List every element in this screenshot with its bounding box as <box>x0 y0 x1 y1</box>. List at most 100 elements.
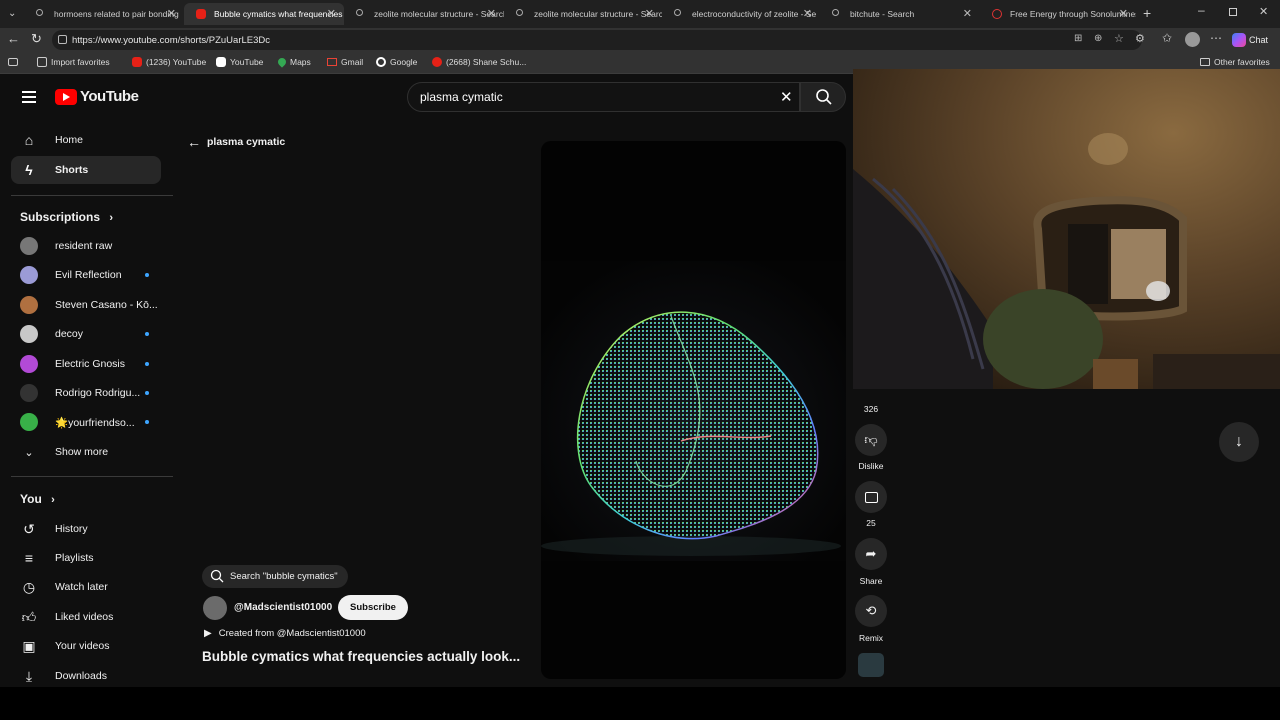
close-window-icon[interactable]: ✕ <box>1259 5 1268 18</box>
sound-thumbnail[interactable] <box>858 653 884 677</box>
browser-tab[interactable]: hormoens related to pair bonding ✕ <box>24 3 184 25</box>
home-icon: ⌂ <box>24 132 34 148</box>
search-icon <box>816 89 832 105</box>
bookmark-item[interactable]: (1236) YouTube <box>132 57 206 67</box>
subscriptions-heading[interactable]: Subscriptions › <box>20 210 113 224</box>
channel-name[interactable]: @Madscientist01000 <box>234 602 332 613</box>
bookmark-item[interactable]: Gmail <box>327 57 363 67</box>
dislike-button[interactable]: 👎︎ <box>855 424 887 456</box>
next-short-button[interactable]: ↓ <box>1219 422 1259 462</box>
search-button[interactable] <box>800 82 846 112</box>
new-content-dot <box>145 273 149 277</box>
bookmark-item[interactable]: Google <box>376 57 417 67</box>
close-tab-icon[interactable]: ✕ <box>963 7 972 20</box>
sidebar-item-label: Liked videos <box>55 611 114 623</box>
sidebar-toggle-icon[interactable] <box>8 58 18 66</box>
you-heading[interactable]: You › <box>20 492 55 506</box>
new-content-dot <box>145 420 149 424</box>
subscription-item[interactable]: Evil Reflection <box>11 261 161 289</box>
other-favorites[interactable]: Other favorites <box>1200 57 1270 67</box>
profile-avatar[interactable] <box>1185 32 1200 47</box>
new-content-dot <box>145 391 149 395</box>
bookmark-item[interactable]: YouTube <box>216 57 263 67</box>
close-tab-icon[interactable]: ✕ <box>1119 7 1128 20</box>
subscription-item[interactable]: Rodrigo Rodrigu... <box>11 379 161 407</box>
sidebar-item-your-videos[interactable]: ▣ Your videos <box>11 632 161 660</box>
sidebar-item-playlists[interactable]: ≡ Playlists <box>11 544 161 572</box>
bookmark-item[interactable]: Import favorites <box>37 57 110 67</box>
more-menu-icon[interactable]: ⋯ <box>1210 31 1222 45</box>
share-button[interactable]: ➦ <box>855 538 887 570</box>
back-icon[interactable]: ← <box>7 31 20 46</box>
sidebar-item-watch-later[interactable]: ◷ Watch later <box>11 573 161 601</box>
bookmark-label: Maps <box>290 57 311 67</box>
channel-name: 🌟yourfriendso... <box>55 416 135 429</box>
download-icon: ⤓ <box>25 667 33 684</box>
bookmark-label: Gmail <box>341 57 364 67</box>
import-icon <box>37 57 47 67</box>
bookmark-item[interactable]: Maps <box>276 56 311 68</box>
browser-tab[interactable]: zeolite molecular structure - Search ✕ <box>504 3 662 25</box>
close-tab-icon[interactable]: ✕ <box>167 7 176 20</box>
shorts-video-player[interactable] <box>541 141 846 679</box>
sidebar-item-shorts[interactable]: ϟ Shorts <box>11 156 161 184</box>
copilot-chat-button[interactable]: Chat <box>1232 31 1268 49</box>
channel-name: Steven Casano - Kō... <box>55 299 158 311</box>
new-tab-icon[interactable]: + <box>1143 5 1151 21</box>
browser-tab[interactable]: bitchute - Search ✕ <box>820 3 980 25</box>
youtube-logo[interactable]: YouTube <box>55 88 139 105</box>
close-tab-icon[interactable]: ✕ <box>327 7 336 20</box>
playlists-icon: ≡ <box>24 550 34 566</box>
site-info-icon[interactable] <box>58 35 67 44</box>
short-title[interactable]: Bubble cymatics what frequencies actuall… <box>202 649 520 664</box>
extensions-icon[interactable]: ⚙ <box>1135 32 1145 45</box>
search-icon <box>36 9 43 16</box>
url-field[interactable]: https://www.youtube.com/shorts/PZuUarLE3… <box>52 30 1142 50</box>
back-to-results[interactable]: ← plasma cymatic <box>187 134 285 150</box>
hamburger-menu-icon[interactable] <box>22 91 36 103</box>
created-from[interactable]: ▶ Created from @Madscientist01000 <box>204 628 366 639</box>
minimize-icon[interactable]: – <box>1198 3 1205 17</box>
channel-avatar[interactable] <box>203 596 227 620</box>
subscribe-button[interactable]: Subscribe <box>338 595 408 620</box>
browser-tab[interactable]: electroconductivity of zeolite - Se ✕ <box>662 3 820 25</box>
sidebar-item-downloads[interactable]: ⤓ Downloads <box>11 662 161 687</box>
subscription-item[interactable]: decoy <box>11 320 161 348</box>
browser-tab[interactable]: zeolite molecular structure - Search ✕ <box>344 3 504 25</box>
avatar <box>20 325 38 343</box>
webcam-room-image <box>853 69 1280 389</box>
search-icon <box>674 9 681 16</box>
browser-tab-active[interactable]: Bubble cymatics what frequencies ✕ <box>184 3 344 25</box>
comments-count: 25 <box>866 518 876 528</box>
sidebar-item-home[interactable]: ⌂ Home <box>11 126 161 154</box>
comment-icon <box>864 491 878 503</box>
related-search-chip[interactable]: Search "bubble cymatics" <box>202 565 348 588</box>
comments-button[interactable] <box>855 481 887 513</box>
bookmark-item[interactable]: (2668) Shane Schu... <box>432 57 526 67</box>
favorite-star-icon[interactable]: ☆ <box>1114 32 1124 45</box>
subscription-item[interactable]: Electric Gnosis <box>11 350 161 378</box>
close-tab-icon[interactable]: ✕ <box>645 7 654 20</box>
close-tab-icon[interactable]: ✕ <box>487 7 496 20</box>
favorites-icon[interactable]: ✩ <box>1162 31 1172 45</box>
app-available-icon[interactable]: ⊞ <box>1074 33 1082 44</box>
clear-search-icon[interactable]: ✕ <box>780 88 793 106</box>
refresh-icon[interactable]: ↻ <box>31 31 42 47</box>
sidebar-item-label: Watch later <box>55 581 108 593</box>
restore-icon[interactable] <box>1229 8 1237 16</box>
show-more-button[interactable]: ⌄ Show more <box>11 438 161 466</box>
search-chip-label: Search "bubble cymatics" <box>230 571 338 582</box>
subscription-item[interactable]: Steven Casano - Kō... <box>11 291 161 319</box>
sidebar-item-liked-videos[interactable]: 👍︎ Liked videos <box>11 603 161 631</box>
tab-actions-menu-icon[interactable]: ⌄ <box>8 8 20 20</box>
sidebar-item-label: Downloads <box>55 670 107 682</box>
subscription-item[interactable]: resident raw <box>11 232 161 260</box>
zoom-icon[interactable]: ⊕ <box>1094 33 1102 44</box>
search-input[interactable]: plasma cymatic ✕ <box>407 82 800 112</box>
subscription-item[interactable]: 🌟yourfriendso... <box>11 408 161 436</box>
sidebar-divider <box>11 195 173 196</box>
close-tab-icon[interactable]: ✕ <box>803 7 812 20</box>
browser-tab[interactable]: Free Energy through Sonolumines ✕ <box>980 3 1136 25</box>
sidebar-item-history[interactable]: ↺ History <box>11 515 161 543</box>
remix-button[interactable]: ⟲ <box>855 595 887 627</box>
